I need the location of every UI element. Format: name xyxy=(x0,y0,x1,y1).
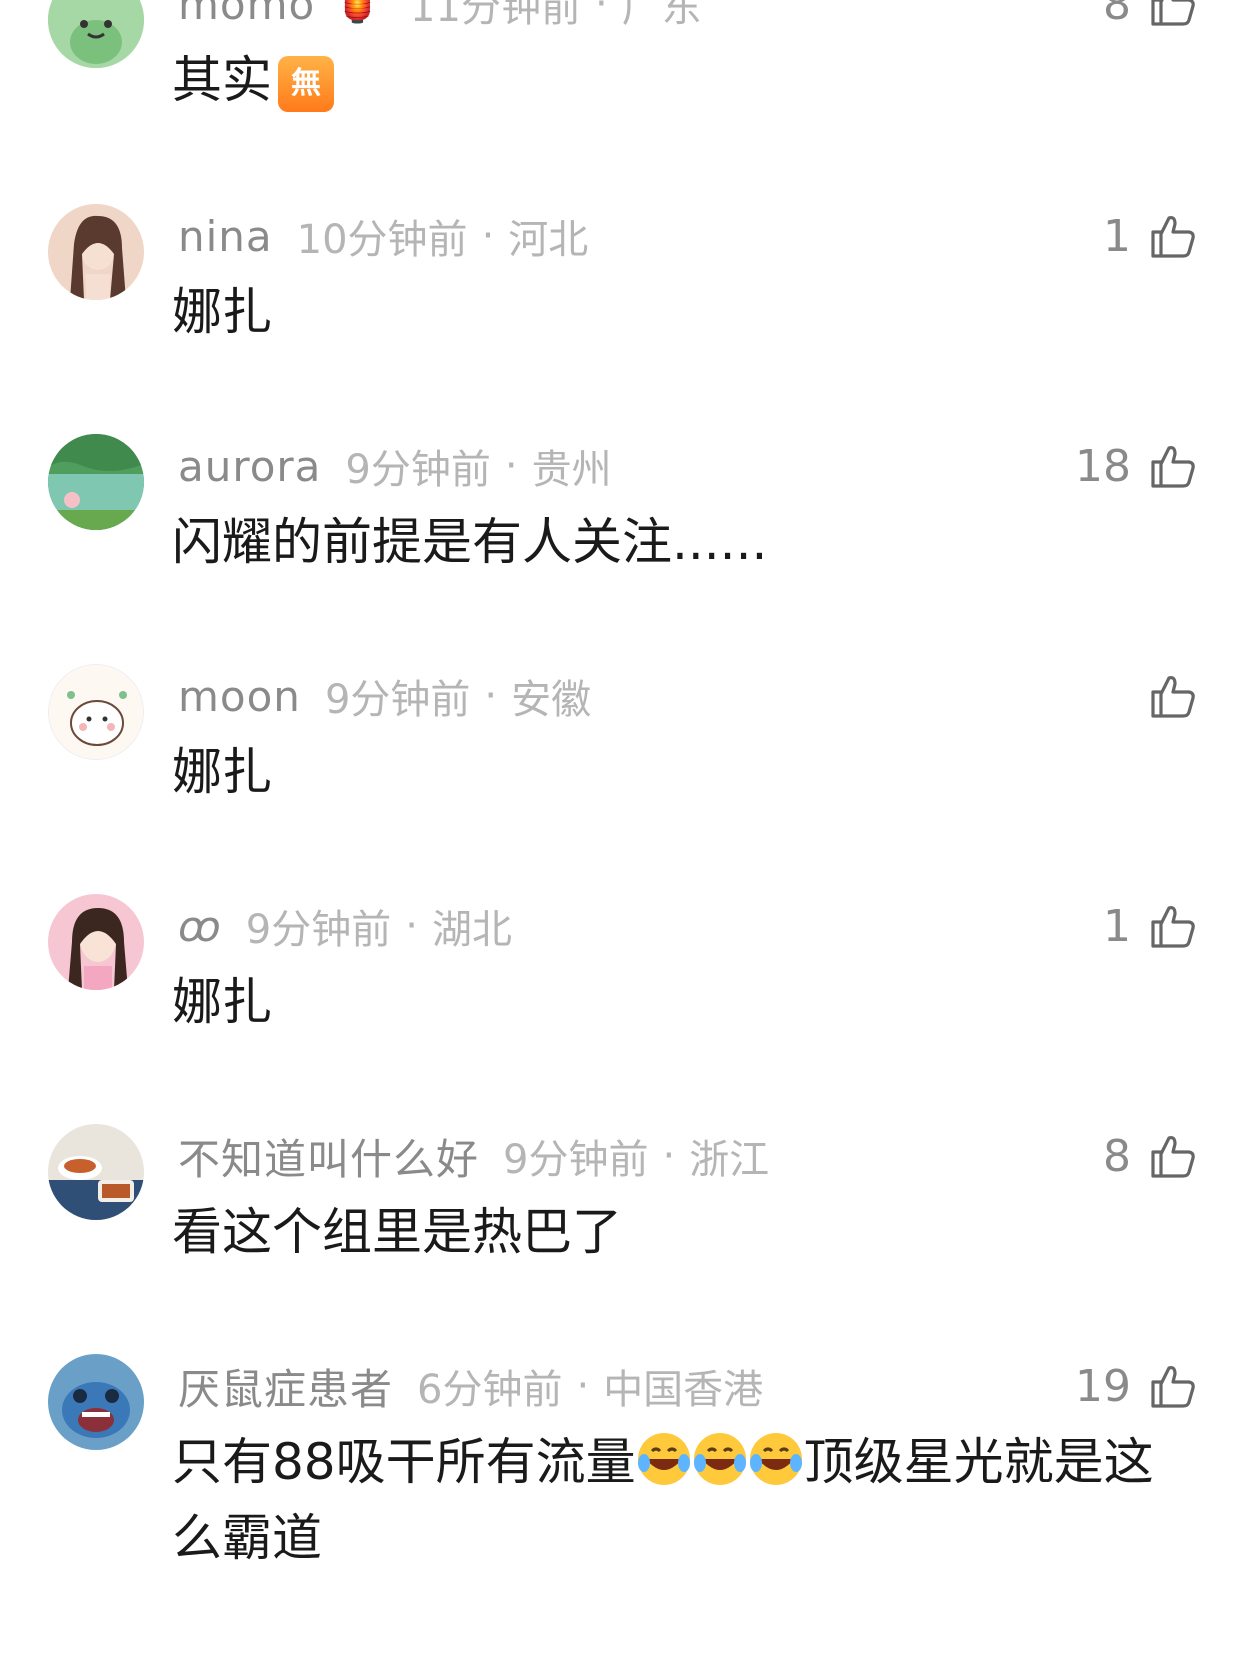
comment-meta: nina 10分钟前 · 河北 xyxy=(178,208,588,264)
comment-region: 河北 xyxy=(508,217,589,263)
comment-time: 6分钟前 xyxy=(417,1367,563,1413)
username[interactable]: 不知道叫什么好 xyxy=(178,1126,479,1187)
portrait-avatar-icon xyxy=(48,894,144,990)
avatar[interactable] xyxy=(48,664,144,760)
comment-item: 不知道叫什么好 9分钟前 · 浙江 8 看这个组里是热巴了 xyxy=(0,1124,1259,1354)
stitch-avatar-icon xyxy=(48,1354,144,1450)
comment-text: 娜扎 xyxy=(172,283,272,341)
comment-time: 9分钟前 xyxy=(324,677,471,723)
comment-item: ꝏ 9分钟前 · 湖北 1 娜扎 xyxy=(0,894,1259,1124)
comment-text: 只有88吸干所有流量 顶级星光就是这 么霸道 xyxy=(172,1424,1207,1576)
thumbs-up-icon xyxy=(1151,446,1195,488)
wu-sticker: 無 xyxy=(278,55,334,112)
comment-text-part: 么霸道 xyxy=(172,1509,322,1567)
comment-text: 娜扎 xyxy=(172,743,272,801)
like-button[interactable]: 18 xyxy=(1075,436,1199,496)
avatar[interactable] xyxy=(48,1354,144,1450)
avatar[interactable] xyxy=(48,204,144,300)
comment-item: moon 9分钟前 · 安徽 娜扎 xyxy=(0,664,1259,894)
separator: · xyxy=(481,213,495,259)
comment-item: 厌鼠症患者 6分钟前 · 中国香港 19 只有88吸干所有流量 顶级星光就是这 么… xyxy=(0,1354,1259,1654)
like-count: 1 xyxy=(1103,900,1131,952)
laughing-crying-emoji-icon xyxy=(749,1433,802,1485)
thumbs-up-icon xyxy=(1151,1136,1195,1178)
laughing-crying-emoji-icon xyxy=(637,1433,690,1485)
comment-time: 9分钟前 xyxy=(503,1137,649,1183)
food-avatar-icon xyxy=(48,1124,144,1220)
laughing-crying-emoji-icon xyxy=(693,1433,746,1485)
comment-item: aurora 9分钟前 · 贵州 18 闪耀的前提是有人关注...... xyxy=(0,434,1259,664)
comment-text-content: 其实 xyxy=(172,51,272,109)
comment-meta: ꝏ 9分钟前 · 湖北 xyxy=(178,898,512,954)
username[interactable]: nina xyxy=(178,212,273,261)
comment-text: 娜扎 xyxy=(172,973,272,1031)
comment-region: 贵州 xyxy=(531,447,612,493)
username[interactable]: aurora xyxy=(178,442,321,491)
comment-region: 湖北 xyxy=(431,907,512,953)
separator: · xyxy=(484,673,498,719)
comment-text-part: 顶级星光就是这 xyxy=(803,1433,1154,1491)
username[interactable]: 厌鼠症患者 xyxy=(178,1356,393,1417)
comment-region: 安徽 xyxy=(511,677,592,723)
like-button[interactable]: 1 xyxy=(1103,206,1199,266)
thumbs-up-icon xyxy=(1151,676,1195,718)
comment-time: 9分钟前 xyxy=(345,447,491,493)
comment-text: 其实無 xyxy=(172,42,1207,118)
username[interactable]: ꝏ xyxy=(178,902,222,951)
comment-item: nina 10分钟前 · 河北 1 娜扎 xyxy=(0,204,1259,434)
comment-time: 10分钟前 xyxy=(296,217,468,263)
separator: · xyxy=(594,0,608,27)
like-button[interactable]: 19 xyxy=(1075,1356,1199,1416)
thumbs-up-icon xyxy=(1151,216,1195,258)
comment-item: momo 🏮 11分钟前 · 广东 8 其实無 xyxy=(0,0,1259,202)
comment-meta: aurora 9分钟前 · 贵州 xyxy=(178,438,612,494)
comment-meta: momo 🏮 11分钟前 · 广东 xyxy=(178,0,702,32)
avatar[interactable] xyxy=(48,0,144,68)
portrait-avatar-icon xyxy=(48,204,144,300)
like-count: 8 xyxy=(1103,0,1131,30)
username[interactable]: moon xyxy=(178,672,301,721)
like-button[interactable]: 1 xyxy=(1103,896,1199,956)
separator: · xyxy=(405,903,418,949)
separator: · xyxy=(576,1363,590,1409)
separator: · xyxy=(662,1133,676,1179)
like-count: 19 xyxy=(1075,1360,1131,1412)
like-count: 8 xyxy=(1103,1130,1131,1182)
thumbs-up-icon xyxy=(1151,0,1195,26)
username[interactable]: momo xyxy=(178,0,315,29)
comment-time: 11分钟前 xyxy=(410,0,581,31)
comment-time: 9分钟前 xyxy=(245,907,392,953)
lantern-badge-icon: 🏮 xyxy=(335,0,381,25)
avatar[interactable] xyxy=(48,894,144,990)
comment-meta: moon 9分钟前 · 安徽 xyxy=(178,668,591,724)
separator: · xyxy=(504,443,518,489)
comment-text: 看这个组里是热巴了 xyxy=(172,1203,622,1261)
comment-meta: 厌鼠症患者 6分钟前 · 中国香港 xyxy=(178,1358,763,1414)
like-count: 1 xyxy=(1103,210,1131,262)
like-button[interactable]: 8 xyxy=(1103,0,1199,34)
comment-region: 浙江 xyxy=(689,1137,770,1183)
avatar[interactable] xyxy=(48,434,144,530)
like-count: 18 xyxy=(1075,440,1131,492)
thumbs-up-icon xyxy=(1151,1366,1195,1408)
comment-text-part: 只有88吸干所有流量 xyxy=(172,1433,636,1491)
comment-region: 中国香港 xyxy=(603,1367,764,1413)
frog-avatar-icon xyxy=(48,0,144,68)
avatar[interactable] xyxy=(48,1124,144,1220)
like-button[interactable] xyxy=(1131,666,1199,726)
landscape-avatar-icon xyxy=(48,434,144,530)
thumbs-up-icon xyxy=(1151,906,1195,948)
like-button[interactable]: 8 xyxy=(1103,1126,1199,1186)
comment-meta: 不知道叫什么好 9分钟前 · 浙江 xyxy=(178,1128,769,1184)
cartoon-avatar-icon xyxy=(49,665,143,759)
comment-text: 闪耀的前提是有人关注...... xyxy=(172,513,768,571)
comment-region: 广东 xyxy=(621,0,702,31)
